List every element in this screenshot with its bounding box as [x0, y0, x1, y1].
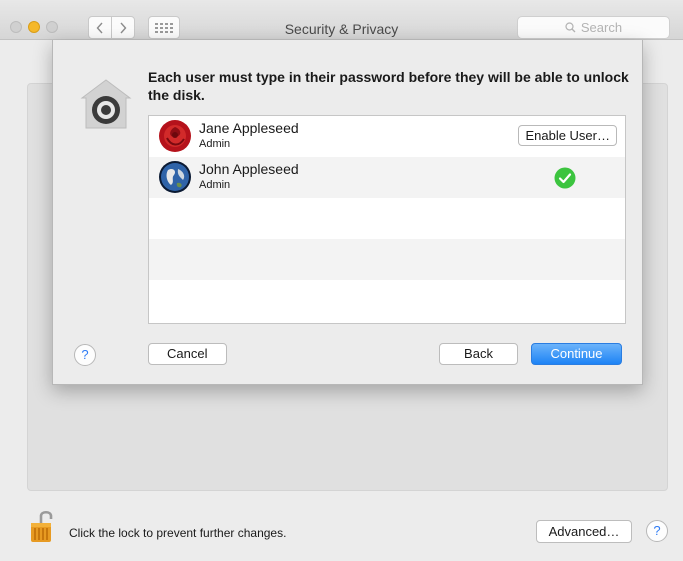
back-button[interactable]: Back: [439, 343, 518, 365]
filevault-icon: [80, 79, 132, 129]
user-name: John Appleseed: [199, 161, 299, 177]
earth-avatar: [159, 161, 191, 193]
empty-row: [149, 239, 625, 280]
filevault-users-sheet: Each user must type in their password be…: [52, 40, 643, 385]
list-item[interactable]: Jane Appleseed Admin Enable User…: [149, 116, 625, 157]
title-bar: Security & Privacy Search: [0, 0, 683, 40]
user-role: Admin: [199, 179, 231, 191]
empty-row: [149, 280, 625, 321]
sheet-message: Each user must type in their password be…: [148, 69, 629, 103]
enable-user-button[interactable]: Enable User…: [518, 125, 617, 146]
search-placeholder: Search: [580, 20, 623, 35]
rose-avatar: [159, 120, 191, 152]
advanced-button[interactable]: Advanced…: [536, 520, 632, 543]
checkmark-icon: [554, 167, 576, 189]
continue-button[interactable]: Continue: [531, 343, 622, 365]
user-list[interactable]: Jane Appleseed Admin Enable User… John A…: [148, 115, 626, 324]
list-item[interactable]: John Appleseed Admin: [149, 157, 625, 198]
lock-icon[interactable]: [29, 509, 57, 543]
lock-status-text: Click the lock to prevent further change…: [69, 526, 287, 540]
user-name: Jane Appleseed: [199, 120, 299, 136]
empty-row: [149, 198, 625, 239]
search-input[interactable]: Search: [517, 16, 670, 39]
user-role: Admin: [199, 138, 231, 150]
cancel-button[interactable]: Cancel: [148, 343, 227, 365]
sheet-help-button[interactable]: ?: [74, 344, 96, 366]
footer-help-button[interactable]: ?: [646, 520, 668, 542]
search-icon: [565, 22, 576, 33]
